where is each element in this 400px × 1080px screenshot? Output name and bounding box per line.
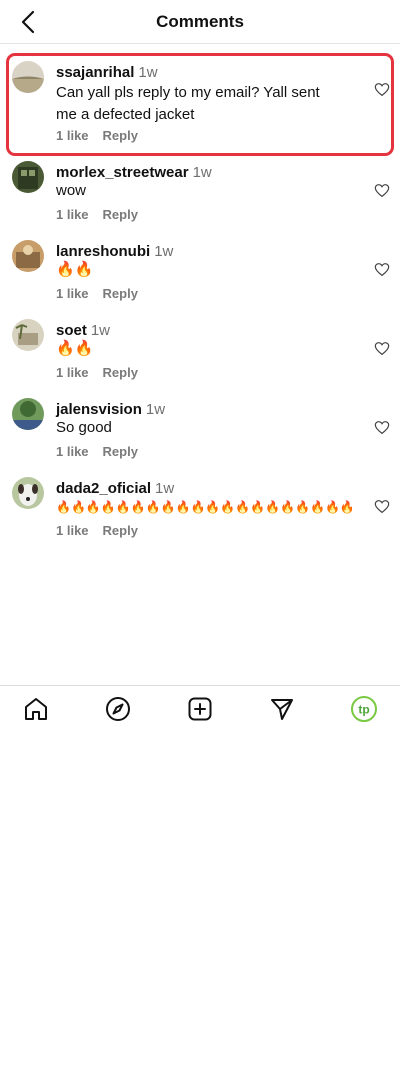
comment-meta: 1 like Reply (56, 128, 152, 143)
comment-time: 1w (154, 243, 174, 260)
comment-time: 1w (145, 401, 166, 418)
comment-time: 1w (192, 164, 212, 181)
heart-icon[interactable] (374, 82, 390, 98)
comment-meta: 1 like Reply (56, 444, 152, 459)
comment-item: jalensvision 1w So good 1 like Reply (0, 390, 400, 462)
comment-item: ssajanrihal 1w Can yall pls reply to my e… (0, 53, 400, 156)
comment-text: So good (56, 419, 112, 436)
avatar[interactable] (12, 61, 44, 93)
heart-icon[interactable] (374, 420, 390, 436)
like-count[interactable]: 1 like (56, 128, 89, 143)
comment-text: Can yall pls reply to my email? Yall sen… (56, 84, 320, 123)
reply-button[interactable]: Reply (103, 286, 138, 301)
comment-username[interactable]: morlex_streetwear (56, 164, 189, 181)
avatar[interactable] (12, 240, 44, 272)
heart-icon[interactable] (374, 499, 390, 515)
profile-icon: tp (351, 696, 377, 722)
reply-button[interactable]: Reply (103, 444, 138, 459)
comment-text: 🔥🔥🔥🔥🔥🔥🔥🔥🔥🔥🔥🔥🔥🔥🔥🔥🔥🔥🔥🔥🔥🔥🔥🔥🔥🔥🔥🔥🔥🔥🔥 (56, 500, 356, 514)
bottom-nav: tp (0, 685, 400, 733)
reply-button[interactable]: Reply (103, 207, 138, 222)
comment-time: 1w (155, 480, 175, 497)
nav-explore[interactable] (104, 695, 132, 723)
like-count[interactable]: 1 like (56, 286, 89, 301)
like-count[interactable]: 1 like (56, 365, 89, 380)
comment-username[interactable]: soet (56, 322, 87, 339)
reply-button[interactable]: Reply (103, 523, 138, 538)
heart-icon[interactable] (374, 341, 390, 357)
nav-profile[interactable]: tp (350, 695, 378, 723)
avatar[interactable] (12, 319, 44, 351)
comment-item: soet 1w 🔥🔥 1 like Reply (0, 311, 400, 383)
reply-button[interactable]: Reply (103, 365, 138, 380)
comment-item: morlex_streetwear 1w wow 1 like Reply (0, 153, 400, 225)
create-icon (188, 697, 212, 721)
send-icon (271, 699, 293, 720)
heart-icon[interactable] (374, 262, 390, 278)
comment-username[interactable]: ssajanrihal (56, 64, 134, 81)
header: Comments (0, 0, 400, 44)
nav-create[interactable] (186, 695, 214, 723)
profile-initials: tp (358, 703, 369, 717)
comment-text: 🔥🔥 (56, 340, 94, 357)
avatar[interactable] (12, 161, 44, 193)
comment-username[interactable]: jalensvision (56, 401, 142, 418)
like-count[interactable]: 1 like (56, 444, 89, 459)
like-count[interactable]: 1 like (56, 523, 89, 538)
comment-meta: 1 like Reply (56, 365, 152, 380)
comment-meta: 1 like Reply (56, 207, 152, 222)
comment-time: 1w (138, 64, 158, 81)
like-count[interactable]: 1 like (56, 207, 89, 222)
page-title: Comments (156, 12, 244, 31)
comment-item: lanreshonubi 1w 🔥🔥 1 like Reply (0, 232, 400, 304)
comment-username[interactable]: lanreshonubi (56, 243, 150, 260)
comment-meta: 1 like Reply (56, 523, 152, 538)
reply-button[interactable]: Reply (103, 128, 138, 143)
heart-icon[interactable] (374, 183, 390, 199)
explore-icon (106, 697, 130, 721)
avatar[interactable] (12, 477, 44, 509)
avatar[interactable] (12, 398, 44, 430)
nav-home[interactable] (22, 695, 50, 723)
home-icon (25, 698, 47, 720)
comment-time: 1w (90, 322, 111, 339)
comment-text: 🔥🔥 (56, 261, 94, 278)
nav-send[interactable] (268, 695, 296, 723)
comment-text: wow (56, 182, 87, 199)
comment-meta: 1 like Reply (56, 286, 152, 301)
comment-username[interactable]: dada2_oficial (56, 480, 151, 497)
comment-item: dada2_oficial1w 🔥🔥🔥🔥🔥🔥🔥🔥🔥🔥🔥🔥🔥🔥🔥🔥🔥🔥🔥🔥🔥🔥🔥🔥… (0, 469, 400, 541)
